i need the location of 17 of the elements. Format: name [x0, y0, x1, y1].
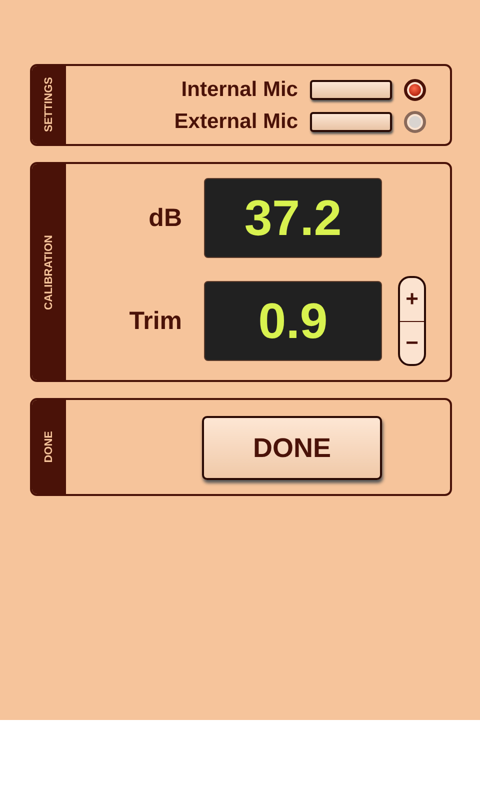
reading-display: 37.2: [204, 178, 382, 258]
section-label: SETTINGS: [43, 77, 55, 132]
reading-display: 0.9: [204, 281, 382, 361]
section-label: DONE: [43, 431, 55, 463]
section-label: CALIBRATION: [43, 234, 55, 310]
minus-button[interactable]: −: [400, 320, 424, 364]
reading-label: dB: [148, 204, 182, 232]
plus-button[interactable]: +: [400, 278, 424, 320]
stepper-control[interactable]: + −: [398, 276, 426, 366]
radio-led[interactable]: [404, 79, 426, 101]
radio-led[interactable]: [404, 111, 426, 133]
reading-label: Trim: [128, 306, 182, 336]
mic-bar-button[interactable]: [310, 80, 392, 100]
mic-label: Internal Mic: [181, 78, 298, 102]
done-button[interactable]: DONE: [202, 416, 382, 480]
mic-label: External Mic: [174, 110, 298, 134]
mic-bar-button[interactable]: [310, 112, 392, 132]
